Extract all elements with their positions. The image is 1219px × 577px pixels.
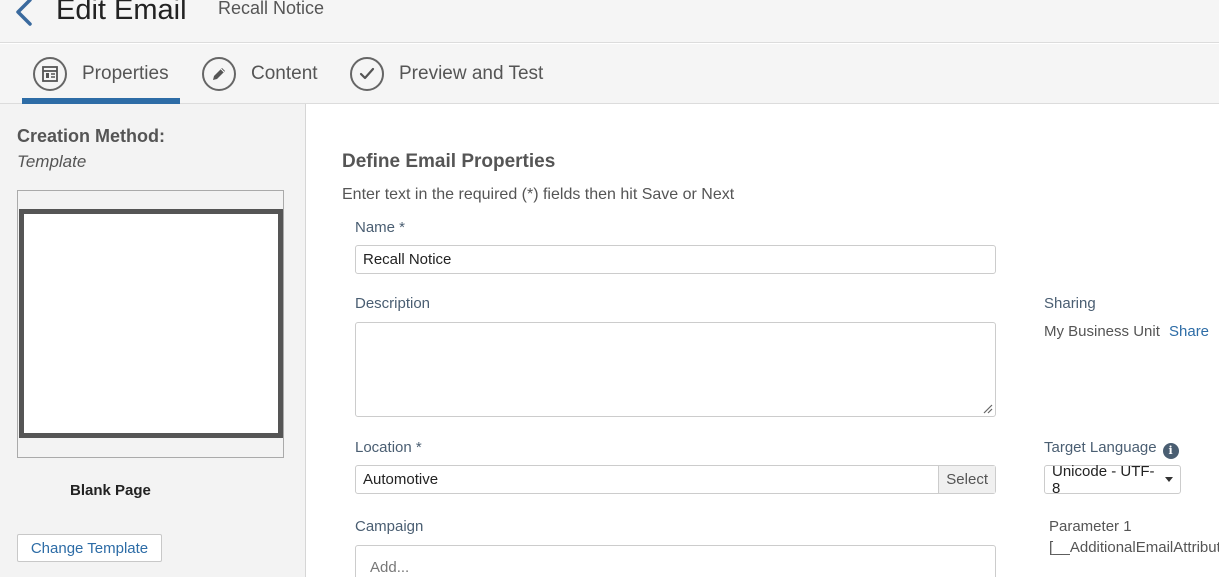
resize-grip-icon[interactable]: [983, 404, 993, 414]
page-header: Edit Email Recall Notice: [0, 0, 1219, 43]
pencil-icon: [202, 56, 236, 91]
page-subtitle: Recall Notice: [218, 0, 325, 18]
description-label: Description: [355, 295, 431, 312]
tab-label: Content: [251, 62, 318, 84]
tab-bar: Properties Content Preview and Test: [0, 44, 1219, 104]
template-preview: [19, 209, 283, 438]
creation-method-value: Template: [17, 152, 87, 171]
tab-properties[interactable]: Properties: [22, 44, 180, 104]
checkmark-icon: [350, 56, 384, 91]
campaign-input[interactable]: Add...: [355, 545, 996, 577]
caret-down-icon: [1165, 477, 1173, 482]
chevron-left-icon: [16, 0, 32, 26]
back-button[interactable]: [8, 0, 38, 34]
parameter-value: [__AdditionalEmailAttribute1]: [1049, 539, 1219, 556]
target-language-value: Unicode - UTF-8: [1052, 462, 1155, 497]
share-link[interactable]: Share: [1169, 323, 1209, 340]
template-thumbnail: [17, 190, 284, 458]
main-content: Define Email Properties Enter text in th…: [307, 104, 1219, 577]
parameter-label: Parameter 1: [1049, 518, 1132, 535]
tab-content[interactable]: Content: [202, 44, 318, 103]
page-title: Edit Email: [56, 0, 187, 26]
change-template-button[interactable]: Change Template: [17, 534, 162, 562]
description-textarea[interactable]: [355, 322, 996, 417]
name-input[interactable]: Recall Notice: [355, 245, 996, 274]
target-language-label: Target Language i: [1044, 439, 1179, 459]
location-select-button[interactable]: Select: [938, 466, 995, 493]
creation-method-label: Creation Method:: [17, 126, 165, 146]
location-input[interactable]: Automotive Select: [355, 465, 996, 494]
tab-label: Properties: [82, 62, 169, 84]
campaign-label: Campaign: [355, 518, 424, 535]
target-language-select[interactable]: Unicode - UTF-8: [1044, 462, 1181, 497]
tab-label: Preview and Test: [399, 62, 544, 84]
sharing-value: My Business Unit: [1044, 323, 1160, 340]
location-value: Automotive: [363, 471, 439, 488]
section-title: Define Email Properties: [342, 151, 556, 172]
target-language-label-text: Target Language: [1044, 439, 1157, 456]
sidebar: Creation Method: Template Blank Page Cha…: [0, 104, 306, 577]
info-icon[interactable]: i: [1162, 442, 1179, 459]
section-help-text: Enter text in the required (*) fields th…: [342, 186, 735, 203]
properties-icon: [33, 56, 67, 91]
template-name: Blank Page: [70, 482, 151, 499]
name-label: Name *: [355, 219, 406, 236]
tab-preview-and-test[interactable]: Preview and Test: [350, 44, 543, 103]
location-label: Location *: [355, 439, 422, 456]
sharing-label: Sharing: [1044, 295, 1096, 312]
